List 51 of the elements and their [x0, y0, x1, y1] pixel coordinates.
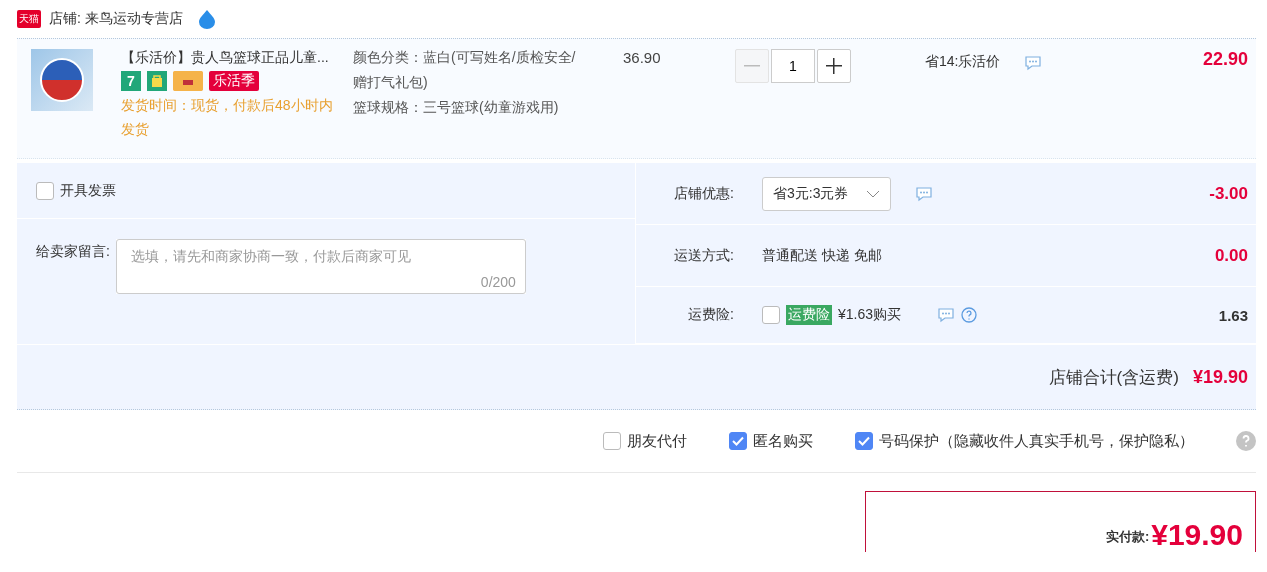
checkbox[interactable]: [729, 432, 747, 450]
checkbox[interactable]: [603, 432, 621, 450]
badge-label: 7: [121, 71, 141, 91]
checkbox[interactable]: [855, 432, 873, 450]
increment-button[interactable]: [817, 49, 851, 83]
product-title[interactable]: 【乐活价】贵人鸟篮球正品儿童...: [121, 49, 353, 67]
plus-icon: [826, 58, 842, 74]
payment-amount: ¥19.90: [1151, 518, 1243, 552]
option-label: 匿名购买: [753, 431, 813, 451]
chat-icon: [916, 186, 933, 201]
store-badge: 天猫: [17, 10, 41, 28]
amount: 1.63: [1218, 306, 1248, 324]
field-label: 运送方式:: [673, 246, 734, 265]
message-label: 给卖家留言:: [36, 243, 110, 261]
chat-icon[interactable]: [1024, 55, 1043, 71]
product-spec: 颜色分类：蓝白(可写姓名/质检安全/赠打气礼包): [353, 48, 577, 92]
amount: 0.00: [1214, 245, 1248, 266]
shipping-note: 发货时间：现货，付款后48小时内发货: [121, 96, 334, 139]
chat-icon: [1025, 56, 1042, 71]
store-total: ¥19.90: [1192, 366, 1248, 388]
field-label: 店铺优惠:: [673, 184, 734, 203]
option-label: 号码保护（隐藏收件人真实手机号，保护隐私）: [879, 431, 1194, 451]
coupon-dropdown[interactable]: 省3元:3元券: [762, 176, 892, 211]
product-spec: 篮球规格：三号篮球(幼童游戏用): [353, 98, 560, 117]
character-counter: 0/200: [480, 274, 516, 290]
discount-label: 省14:乐活价: [925, 53, 1001, 71]
help-icon[interactable]: [961, 307, 978, 323]
store-total-label: 店铺合计(含运费): [1048, 366, 1179, 389]
checkbox[interactable]: [36, 181, 54, 200]
chat-icon: [938, 308, 954, 323]
unit-price: 36.90: [623, 49, 662, 68]
minus-icon: [744, 65, 760, 67]
insurance-badge: 运费险: [786, 305, 832, 325]
chat-icon[interactable]: [937, 307, 956, 323]
promo-badge: 乐活季: [209, 71, 259, 91]
checkbox[interactable]: [762, 306, 780, 324]
card-icon: [173, 71, 203, 91]
chat-icon[interactable]: [915, 185, 934, 202]
help-icon[interactable]: [1236, 431, 1256, 451]
payment-label: 实付款:: [1105, 528, 1150, 546]
invoice-label: 开具发票: [60, 181, 116, 200]
subtotal: 22.90: [1201, 49, 1248, 71]
insurance-price: ¥1.63购买: [838, 306, 902, 324]
option-label: 朋友代付: [627, 431, 687, 451]
field-label: 运费险:: [687, 306, 734, 324]
amount: -3.00: [1209, 183, 1248, 204]
chevron-down-icon: [866, 189, 881, 198]
quantity-field[interactable]: 1: [771, 49, 815, 83]
product-image[interactable]: [31, 49, 93, 111]
store-name[interactable]: 店铺: 来鸟运动专营店: [49, 10, 183, 28]
shipping-method: 普通配送 快递 免邮: [762, 246, 882, 265]
